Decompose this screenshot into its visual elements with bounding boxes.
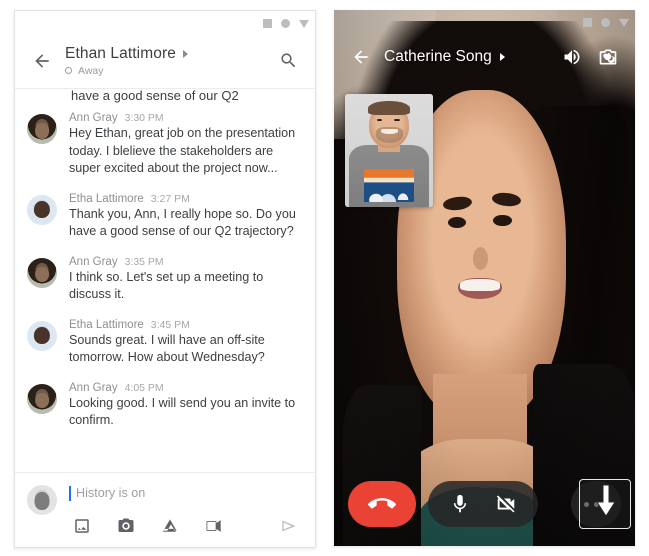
- message-input[interactable]: History is on: [69, 483, 301, 503]
- insert-photo-icon[interactable]: [69, 515, 95, 537]
- maximize-icon[interactable]: [601, 18, 610, 27]
- message-time: 3:30 PM: [124, 112, 164, 124]
- composer-main: History is on: [69, 483, 301, 537]
- message-time: 3:45 PM: [150, 318, 190, 331]
- pip-shirt-graphic: [364, 168, 414, 203]
- avatar: [27, 320, 57, 351]
- avatar: [27, 485, 57, 515]
- self-view-pip[interactable]: [345, 94, 433, 207]
- avatar: [27, 114, 57, 144]
- search-icon[interactable]: [271, 44, 305, 78]
- message-author: Ann Gray: [69, 255, 118, 268]
- status-row: Away: [65, 65, 271, 77]
- speaker-icon[interactable]: [557, 42, 587, 72]
- maximize-icon[interactable]: [281, 19, 290, 28]
- media-controls-pill: [428, 481, 538, 527]
- chat-window-controls: [263, 19, 309, 28]
- video-call-header: Catherine Song: [334, 32, 635, 82]
- message-meta: Etha Lattimore 3:27 PM: [69, 193, 301, 205]
- video-window-controls: [583, 18, 629, 27]
- message-time: 3:35 PM: [124, 255, 164, 268]
- away-circle-icon: [65, 67, 72, 74]
- end-call-button[interactable]: [348, 481, 416, 527]
- minimize-icon[interactable]: [263, 19, 272, 28]
- text-caret: [69, 485, 71, 501]
- video-call-title: Catherine Song: [384, 48, 492, 65]
- table-row: Ann Gray 3:30 PM Hey Ethan, great job on…: [15, 103, 315, 184]
- message-text: Looking good. I will send you an invite …: [69, 395, 296, 428]
- message-author: Ann Gray: [69, 381, 118, 394]
- video-call-window: Catherine Song: [334, 10, 635, 546]
- call-controls-bar: [334, 479, 635, 529]
- send-icon[interactable]: [277, 515, 301, 537]
- table-row: Etha Lattimore 3:27 PM Thank you, Ann, I…: [15, 184, 315, 247]
- collapse-icon[interactable]: [299, 19, 309, 28]
- message-author: Etha Lattimore: [69, 192, 144, 205]
- message-author: Etha Lattimore: [69, 318, 144, 331]
- remote-video-feed: [334, 10, 635, 546]
- switch-camera-icon[interactable]: [593, 42, 623, 72]
- chat-title-block: Ethan Lattimore Away: [65, 45, 271, 77]
- google-drive-icon[interactable]: [157, 515, 183, 537]
- message-time: 4:05 PM: [124, 381, 164, 394]
- chat-header: Ethan Lattimore Away: [15, 33, 315, 89]
- message-body: Etha Lattimore 3:45 PM Sounds great. I w…: [69, 319, 301, 367]
- page-title: Ethan Lattimore: [65, 44, 176, 62]
- microphone-icon[interactable]: [448, 492, 472, 516]
- caret-right-icon[interactable]: [499, 53, 505, 61]
- message-body: Ann Gray 4:05 PM Looking good. I will se…: [69, 382, 301, 430]
- screenshot-root: Ethan Lattimore Away have a good sense o…: [0, 0, 649, 556]
- minimize-icon[interactable]: [583, 18, 592, 27]
- video-vignette: [334, 10, 635, 546]
- message-body: Ann Gray 3:35 PM I think so. Let's set u…: [69, 256, 301, 304]
- message-meta: Etha Lattimore 3:45 PM: [69, 319, 301, 331]
- avatar: [27, 257, 57, 288]
- message-list[interactable]: have a good sense of our Q2 trajectory? …: [15, 89, 315, 472]
- avatar: [27, 383, 57, 414]
- more-horizontal-icon: [593, 501, 599, 507]
- message-text: Thank you, Ann, I really hope so. Do you…: [69, 206, 296, 239]
- message-meta: Ann Gray 3:30 PM: [69, 112, 301, 124]
- message-composer: History is on: [15, 472, 315, 547]
- message-author: Ann Gray: [69, 112, 118, 124]
- more-options-button[interactable]: [571, 481, 621, 527]
- message-input-placeholder: History is on: [76, 486, 146, 500]
- pip-hair: [367, 100, 411, 116]
- composer-toolbar: [69, 515, 301, 537]
- message-meta: Ann Gray 3:35 PM: [69, 256, 301, 268]
- message-body: Ann Gray 3:30 PM Hey Ethan, great job on…: [69, 112, 301, 178]
- caret-right-icon[interactable]: [182, 49, 188, 58]
- chat-window: Ethan Lattimore Away have a good sense o…: [14, 10, 316, 548]
- clipped-message: have a good sense of our Q2 trajectory?: [71, 89, 239, 103]
- status-badge: Away: [78, 64, 104, 77]
- message-time: 3:27 PM: [150, 192, 190, 205]
- chat-title-row[interactable]: Ethan Lattimore: [65, 45, 271, 63]
- video-call-icon[interactable]: [201, 515, 227, 537]
- avatar: [27, 194, 57, 225]
- table-row: Ann Gray 4:05 PM Looking good. I will se…: [15, 373, 315, 436]
- back-arrow-icon[interactable]: [346, 42, 376, 72]
- table-row: Etha Lattimore 3:45 PM Sounds great. I w…: [15, 310, 315, 373]
- back-arrow-icon[interactable]: [25, 44, 59, 78]
- more-horizontal-icon: [583, 501, 589, 507]
- collapse-icon[interactable]: [619, 18, 629, 27]
- video-off-icon[interactable]: [494, 492, 518, 516]
- pip-wave-right: [390, 184, 411, 201]
- more-options-wrapper: [571, 479, 631, 529]
- camera-icon[interactable]: [113, 515, 139, 537]
- table-row: Ann Gray 3:35 PM I think so. Let's set u…: [15, 247, 315, 310]
- more-horizontal-icon: [603, 501, 609, 507]
- message-text: Hey Ethan, great job on the presentation…: [69, 126, 296, 175]
- message-body: Etha Lattimore 3:27 PM Thank you, Ann, I…: [69, 193, 301, 241]
- message-text: Sounds great. I will have an off-site to…: [69, 332, 265, 365]
- video-title-row[interactable]: Catherine Song: [384, 48, 551, 66]
- message-text: I think so. Let's set up a meeting to di…: [69, 269, 264, 302]
- message-meta: Ann Gray 4:05 PM: [69, 382, 301, 394]
